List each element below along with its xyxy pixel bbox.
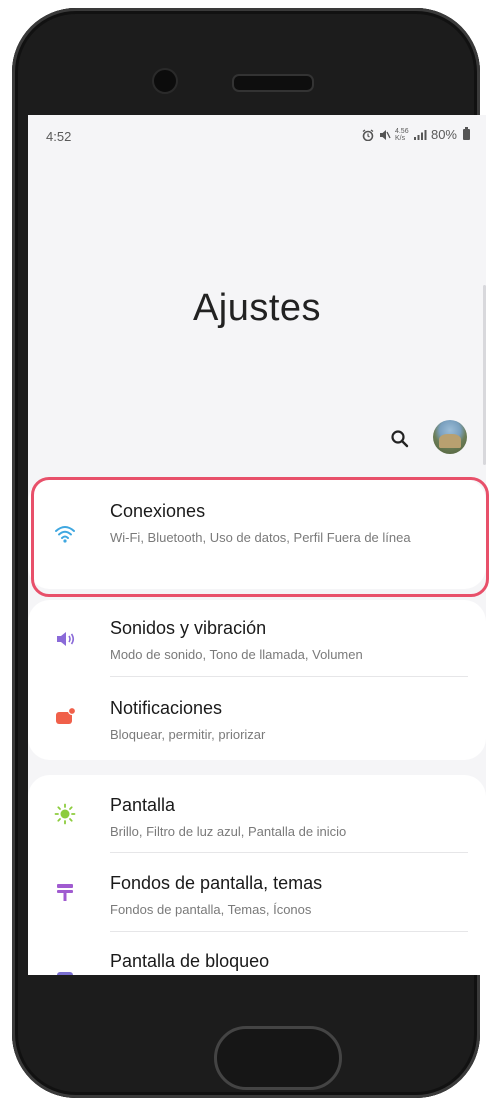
settings-item-lockscreen[interactable]: Pantalla de bloqueo: [28, 933, 486, 975]
profile-avatar[interactable]: [433, 420, 467, 454]
front-camera: [152, 68, 178, 94]
settings-item-notifications[interactable]: Notificaciones Bloquear, permitir, prior…: [28, 678, 486, 756]
scroll-indicator: [483, 285, 486, 465]
settings-item-subtitle: Fondos de pantalla, Temas, Íconos: [110, 902, 312, 917]
home-button[interactable]: [214, 1026, 342, 1090]
settings-item-subtitle: Modo de sonido, Tono de llamada, Volumen: [110, 647, 363, 662]
battery-percent: 80%: [430, 127, 457, 142]
settings-item-title: Pantalla: [110, 795, 176, 815]
settings-item-sounds[interactable]: Sonidos y vibración Modo de sonido, Tono…: [28, 600, 486, 675]
status-bar: 4:52 4.56 K/s 80%: [28, 115, 486, 151]
settings-card-display: Pantalla Brillo, Filtro de luz azul, Pan…: [28, 775, 486, 975]
divider: [110, 931, 468, 932]
settings-item-title: Pantalla de bloqueo: [110, 951, 270, 971]
page-title: Ajustes: [192, 287, 322, 329]
status-icons: 4.56 K/s 80%: [361, 127, 470, 142]
settings-item-title: Sonidos y vibración: [110, 618, 267, 638]
settings-item-title: Fondos de pantalla, temas: [110, 873, 323, 893]
sun-icon: [54, 803, 76, 825]
settings-item-subtitle: Bloquear, permitir, priorizar: [110, 727, 266, 742]
speaker-icon: [57, 632, 75, 646]
mute-icon: [379, 129, 391, 140]
paint-roller-icon: [57, 884, 73, 901]
settings-item-display[interactable]: Pantalla Brillo, Filtro de luz azul, Pan…: [28, 775, 486, 851]
search-icon[interactable]: [390, 429, 410, 449]
notification-icon: [56, 706, 76, 724]
settings-item-title: Notificaciones: [110, 698, 223, 718]
highlight-box: [31, 477, 489, 597]
signal-icon: [413, 129, 427, 140]
divider: [110, 676, 468, 677]
lock-screen-icon: [57, 972, 73, 975]
network-speed: 4.56 K/s: [394, 127, 409, 142]
status-time: 4:52: [46, 129, 72, 144]
earpiece-speaker: [232, 74, 314, 92]
settings-card-sound-notifications: Sonidos y vibración Modo de sonido, Tono…: [28, 600, 486, 760]
settings-item-subtitle: Brillo, Filtro de luz azul, Pantalla de …: [110, 824, 347, 839]
battery-icon: [463, 127, 470, 140]
alarm-icon: [362, 128, 374, 141]
settings-item-wallpapers[interactable]: Fondos de pantalla, temas Fondos de pant…: [28, 853, 486, 931]
